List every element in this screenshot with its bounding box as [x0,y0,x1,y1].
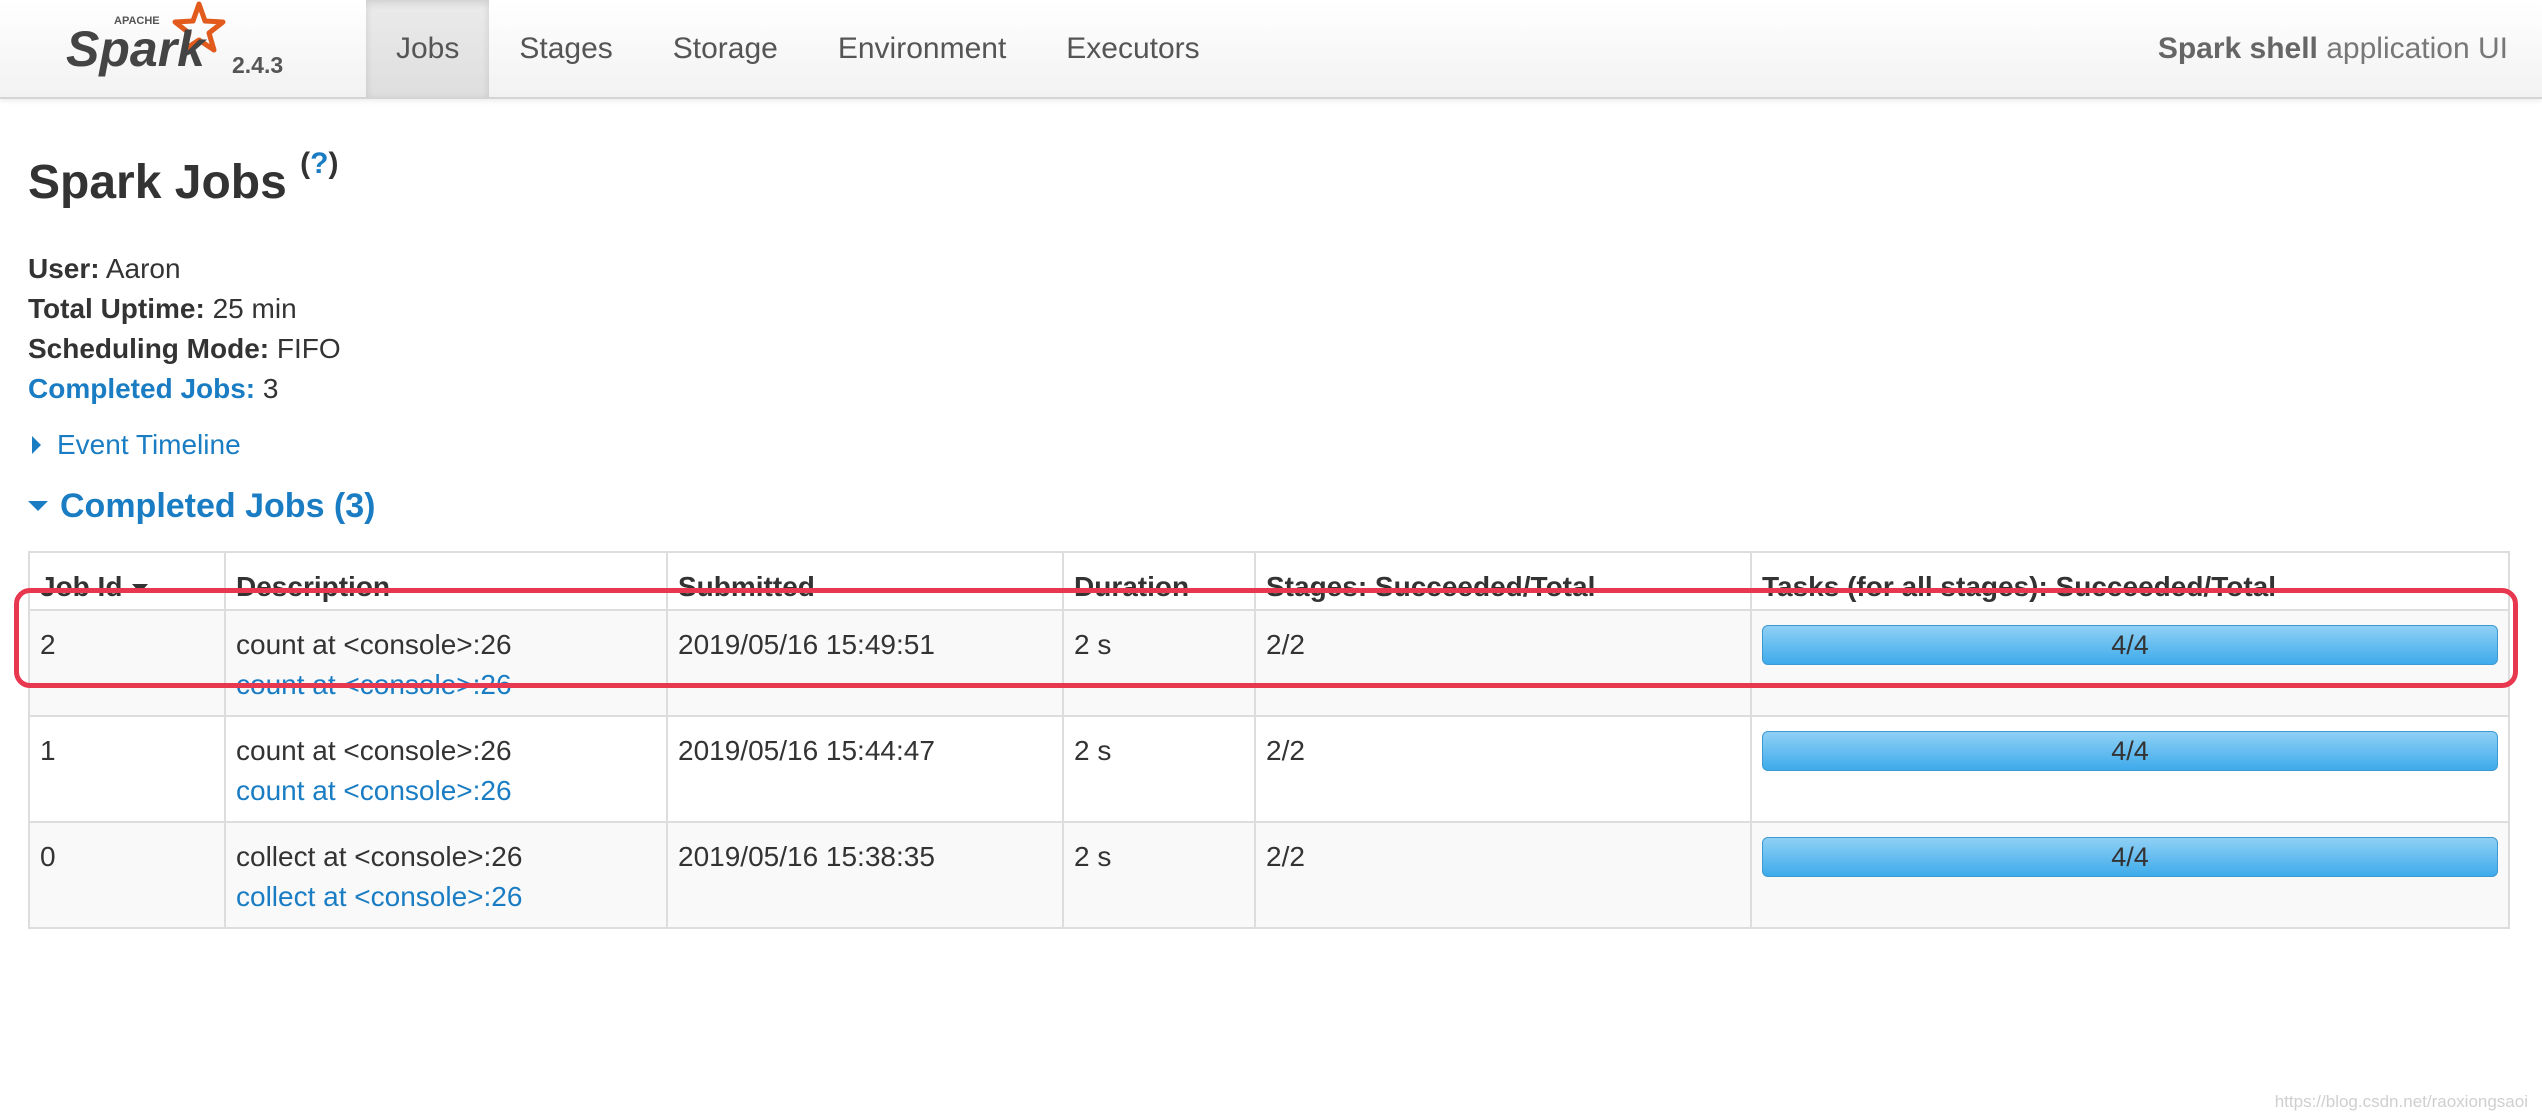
cell-submitted: 2019/05/16 15:44:47 [666,715,1064,823]
cell-duration: 2 s [1062,609,1256,717]
cell-stages: 2/2 [1254,609,1752,717]
tab-environment[interactable]: Environment [808,0,1036,97]
tab-stages[interactable]: Stages [489,0,642,97]
app-name: Spark shell [2157,32,2318,65]
summary-uptime: Total Uptime: 25 min [28,289,341,329]
sort-desc-icon [132,584,149,594]
user-label: User: [28,253,100,284]
watermark-text: https://blog.csdn.net/raoxiongsaoi [2274,1092,2528,1111]
description-text: count at <console>:26 [236,735,512,766]
col-duration[interactable]: Duration [1062,551,1256,611]
tab-executors[interactable]: Executors [1036,0,1229,97]
caret-right-icon [32,435,41,454]
description-link[interactable]: collect at <console>:26 [236,881,522,912]
cell-tasks: 4/4 [1750,821,2510,929]
summary-scheduling: Scheduling Mode: FIFO [28,329,341,369]
cell-submitted: 2019/05/16 15:38:35 [666,821,1064,929]
table-header-row: Job Id Description Submitted Duration St… [28,551,2510,611]
table-row: 1 count at <console>:26 count at <console… [28,715,2510,823]
svg-text:Spark: Spark [66,21,207,77]
help-superscript: (?) [300,147,339,180]
user-value: Aaron [105,253,181,284]
cell-stages: 2/2 [1254,821,1752,929]
cell-stages: 2/2 [1254,715,1752,823]
uptime-value: 25 min [212,293,297,324]
tab-storage[interactable]: Storage [643,0,808,97]
col-job-id-label: Job Id [40,571,123,602]
spark-logo-icon: APACHE Spark [66,1,226,77]
description-text: collect at <console>:26 [236,841,523,872]
col-submitted[interactable]: Submitted [666,551,1064,611]
col-job-id[interactable]: Job Id [28,551,226,611]
cell-job-id: 0 [28,821,226,929]
description-link[interactable]: count at <console>:26 [236,669,512,700]
summary-list: User: Aaron Total Uptime: 25 min Schedul… [28,249,341,409]
cell-tasks: 4/4 [1750,609,2510,717]
completed-jobs-toggle[interactable]: Completed Jobs (3) [28,487,375,526]
col-description[interactable]: Description [224,551,668,611]
main-nav-tabs: Jobs Stages Storage Environment Executor… [366,0,1230,99]
spark-logo-link[interactable]: APACHE Spark 2.4.3 [66,0,306,99]
cell-tasks: 4/4 [1750,715,2510,823]
cell-duration: 2 s [1062,715,1256,823]
cell-description: count at <console>:26 count at <console>:… [224,609,668,717]
description-link[interactable]: count at <console>:26 [236,775,512,806]
application-title: Spark shell application UI [2158,0,2508,97]
top-navbar: APACHE Spark 2.4.3 Jobs Stages Storage E… [0,0,2542,99]
scheduling-label: Scheduling Mode: [28,333,270,364]
tasks-progress-bar: 4/4 [1762,837,2498,877]
cell-submitted: 2019/05/16 15:49:51 [666,609,1064,717]
completed-jobs-table: Job Id Description Submitted Duration St… [28,551,2510,929]
event-timeline-label: Event Timeline [57,429,241,460]
completed-jobs-link[interactable]: Completed Jobs: [28,373,255,404]
scheduling-value: FIFO [276,333,341,364]
cell-description: collect at <console>:26 collect at <conso… [224,821,668,929]
table-row: 2 count at <console>:26 count at <console… [28,609,2510,717]
summary-user: User: Aaron [28,249,341,289]
summary-completed: Completed Jobs: 3 [28,369,341,409]
cell-duration: 2 s [1062,821,1256,929]
page-title: Spark Jobs (?) [28,147,338,210]
help-link[interactable]: ? [310,147,328,180]
completed-jobs-count: 3 [262,373,279,404]
completed-jobs-heading: Completed Jobs (3) [60,487,376,525]
spark-version: 2.4.3 [232,52,284,78]
tab-jobs[interactable]: Jobs [366,0,490,97]
table-row: 0 collect at <console>:26 collect at <con… [28,821,2510,929]
description-text: count at <console>:26 [236,629,512,660]
event-timeline-toggle[interactable]: Event Timeline [28,429,241,461]
app-suffix: application UI [2317,32,2508,65]
page-title-text: Spark Jobs [28,156,287,209]
cell-description: count at <console>:26 count at <console>:… [224,715,668,823]
uptime-label: Total Uptime: [28,293,205,324]
col-tasks[interactable]: Tasks (for all stages): Succeeded/Total [1750,551,2510,611]
cell-job-id: 1 [28,715,226,823]
cell-job-id: 2 [28,609,226,717]
caret-down-icon [28,501,48,512]
tasks-progress-bar: 4/4 [1762,731,2498,771]
col-stages[interactable]: Stages: Succeeded/Total [1254,551,1752,611]
tasks-progress-bar: 4/4 [1762,625,2498,665]
